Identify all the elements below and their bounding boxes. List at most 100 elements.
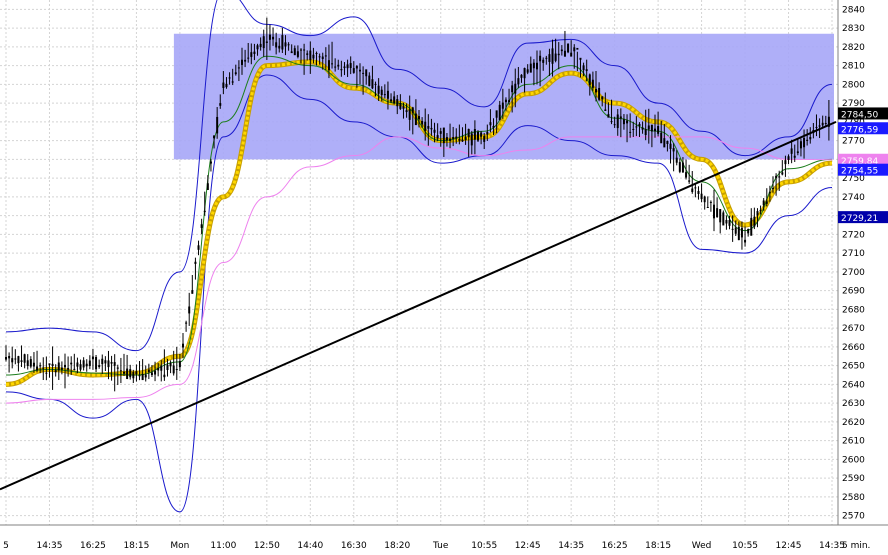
price-candle xyxy=(467,128,470,138)
price-candle xyxy=(107,360,110,368)
y-tick-label: 2710 xyxy=(842,249,865,259)
price-candle xyxy=(442,127,445,144)
price-candle xyxy=(200,224,203,228)
x-tick-label: 18:15 xyxy=(645,541,671,551)
price-candle xyxy=(85,363,88,367)
price-candle xyxy=(247,57,250,59)
x-tick-label: 10:55 xyxy=(732,541,758,551)
chart-svg: 2570 2580 2590 2600 2610 2620 2630 2640 2650 2660… xyxy=(0,0,888,551)
price-candle xyxy=(480,132,483,137)
y-tick-label: 2660 xyxy=(842,343,865,353)
price-candle xyxy=(309,50,312,61)
price-candle xyxy=(39,365,42,367)
x-tick-label: 12:45 xyxy=(776,541,802,551)
price-candle xyxy=(750,217,753,236)
price-candle xyxy=(452,136,455,140)
price-candle xyxy=(42,367,45,369)
price-candle xyxy=(352,68,355,73)
price-candle xyxy=(787,156,790,160)
price-candle xyxy=(430,127,433,130)
price-candle xyxy=(815,126,818,129)
y-tick-label: 2740 xyxy=(842,193,865,203)
price-candle xyxy=(383,94,386,96)
price-candle xyxy=(144,374,147,378)
price-candle xyxy=(644,129,647,136)
price-candle xyxy=(557,53,560,56)
price-candle xyxy=(377,85,380,94)
price-candle xyxy=(455,136,458,139)
price-candle xyxy=(762,200,765,206)
price-candle xyxy=(526,69,529,73)
price-candle xyxy=(573,47,576,52)
price-candle xyxy=(116,367,119,369)
price-candle xyxy=(386,90,389,99)
price-candle xyxy=(225,83,228,88)
price-candle xyxy=(26,360,29,366)
price-candle xyxy=(421,120,424,125)
price-candle xyxy=(793,155,796,158)
price-candle xyxy=(157,368,160,371)
x-tick-label: Mon xyxy=(170,541,189,551)
x-tick-label: Wed xyxy=(692,541,712,551)
price-candle xyxy=(418,116,420,120)
price-candle xyxy=(321,56,324,59)
price-candle xyxy=(185,322,188,324)
price-candle xyxy=(95,357,98,370)
price-candle xyxy=(706,207,709,209)
price-candle xyxy=(237,67,240,69)
price-candle xyxy=(759,209,762,212)
price-candle xyxy=(588,74,591,86)
price-candle xyxy=(604,109,607,111)
price-candle xyxy=(166,364,169,371)
x-tick-label: 14:35 xyxy=(558,541,584,551)
price-candle xyxy=(560,49,563,52)
x-tick-label: 5 xyxy=(3,541,9,551)
x-tick-label: 18:15 xyxy=(123,541,149,551)
price-candle xyxy=(324,55,327,57)
price-candle xyxy=(32,362,35,367)
price-candle xyxy=(203,210,206,213)
price-candle xyxy=(160,365,163,371)
price-candle xyxy=(489,122,492,126)
price-candle xyxy=(91,356,94,360)
price-candle xyxy=(113,362,116,366)
price-candle xyxy=(141,373,144,381)
price-candle xyxy=(734,227,737,234)
price-candle xyxy=(629,131,632,133)
price-candle xyxy=(818,125,821,127)
price-candle xyxy=(542,59,545,63)
price-candle xyxy=(678,162,681,172)
price-candle xyxy=(355,66,358,69)
price-candle xyxy=(213,135,216,139)
price-candle xyxy=(551,48,554,64)
price-candle xyxy=(123,371,125,374)
price-candle xyxy=(231,81,234,83)
price-candle xyxy=(104,360,107,364)
price-candle xyxy=(464,137,467,141)
y-tick-label: 2720 xyxy=(842,230,865,240)
price-candle xyxy=(747,228,750,234)
price-candle xyxy=(399,102,402,109)
y-tick-label: 2770 xyxy=(842,137,865,147)
price-candle xyxy=(781,172,784,175)
price-candle xyxy=(824,122,827,124)
price-candle xyxy=(60,367,63,370)
price-candle xyxy=(337,64,340,67)
price-candle xyxy=(688,180,691,182)
price-candle xyxy=(632,128,635,130)
price-candle xyxy=(685,172,688,178)
price-candle xyxy=(216,116,219,134)
price-candle xyxy=(209,161,212,164)
price-candle xyxy=(126,368,129,379)
y-tick-label: 2690 xyxy=(842,287,865,297)
price-candle xyxy=(803,137,806,148)
price-candle xyxy=(601,96,604,100)
price-candle xyxy=(486,131,489,135)
price-candle xyxy=(349,63,352,69)
y-tick-label: 2830 xyxy=(842,24,865,34)
price-candle xyxy=(191,290,194,294)
price-candle xyxy=(182,343,184,348)
price-candle xyxy=(445,137,448,141)
y-tick-label: 2840 xyxy=(842,5,865,15)
price-candle xyxy=(154,370,157,375)
